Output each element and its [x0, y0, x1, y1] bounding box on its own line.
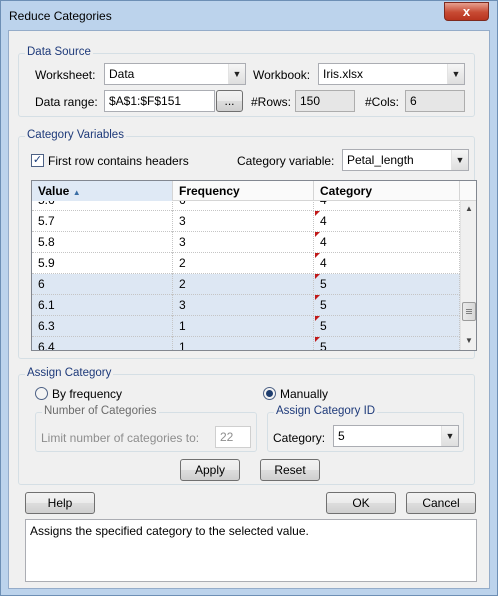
column-header-frequency[interactable]: Frequency: [173, 181, 314, 201]
category-variable-select[interactable]: Petal_length ▼: [342, 149, 469, 171]
table-row[interactable]: 5.7 3 4: [32, 211, 460, 232]
column-header-category[interactable]: Category: [314, 181, 460, 201]
table-cell-value: 5.9: [32, 253, 173, 274]
limit-categories-value: 22: [220, 430, 234, 444]
table-cell-frequency: 1: [173, 337, 314, 350]
table-cell-value: 6.1: [32, 295, 173, 316]
limit-categories-input[interactable]: 22: [215, 426, 251, 448]
dialog-client: Data Source Worksheet: Data ▼ Workbook: …: [8, 30, 490, 589]
rows-value: 150: [300, 94, 321, 108]
worksheet-select[interactable]: Data ▼: [104, 63, 246, 85]
close-button[interactable]: x: [444, 2, 489, 21]
data-range-label: Data range:: [35, 95, 98, 109]
manually-label[interactable]: Manually: [280, 387, 328, 401]
table-cell-category[interactable]: 5: [314, 316, 460, 337]
category-variable-value: Petal_length: [347, 153, 414, 167]
title-bar[interactable]: Reduce Categories x: [1, 1, 497, 29]
by-frequency-radio[interactable]: [35, 387, 48, 400]
category-value: 5: [338, 429, 345, 443]
vertical-scrollbar[interactable]: ▲ ▼: [460, 201, 476, 350]
cols-field: 6: [405, 90, 465, 112]
table-cell-frequency: 3: [173, 211, 314, 232]
table-cell-value: 6: [32, 274, 173, 295]
table-cell-category[interactable]: 4: [314, 232, 460, 253]
category-label: Category:: [273, 431, 326, 445]
table-cell-frequency: 6: [173, 201, 314, 211]
table-body: 5.6645.7345.8345.9246256.1356.3156.415: [32, 201, 460, 350]
rows-field: 150: [295, 90, 355, 112]
worksheet-label: Worksheet:: [35, 68, 96, 82]
scroll-up-icon[interactable]: ▲: [461, 201, 476, 217]
close-icon: x: [462, 4, 471, 19]
table-cell-frequency: 3: [173, 232, 314, 253]
table-cell-category[interactable]: 5: [314, 295, 460, 316]
table-cell-frequency: 2: [173, 274, 314, 295]
table-cell-value: 5.8: [32, 232, 173, 253]
checkmark-icon: ✓: [32, 154, 43, 166]
manually-radio[interactable]: [263, 387, 276, 400]
data-range-browse-button[interactable]: ...: [216, 90, 243, 112]
table-cell-frequency: 2: [173, 253, 314, 274]
table-row[interactable]: 6.3 1 5: [32, 316, 460, 337]
sort-ascending-icon: ▲: [72, 188, 81, 197]
by-frequency-label[interactable]: By frequency: [52, 387, 122, 401]
chevron-down-icon: ▼: [228, 64, 245, 84]
ok-button[interactable]: OK: [326, 492, 396, 514]
scroll-down-icon[interactable]: ▼: [461, 333, 476, 349]
worksheet-value: Data: [109, 67, 135, 81]
table-cell-value: 6.4: [32, 337, 173, 350]
data-range-input[interactable]: $A$1:$F$151: [104, 90, 215, 112]
table-row[interactable]: 6.4 1 5: [32, 337, 460, 350]
table-row[interactable]: 5.9 2 4: [32, 253, 460, 274]
category-variables-title: Category Variables: [25, 129, 126, 141]
reduce-categories-dialog: Reduce Categories x Data Source Workshee…: [0, 0, 498, 596]
table-cell-frequency: 1: [173, 316, 314, 337]
category-select[interactable]: 5 ▼: [333, 425, 459, 447]
assign-category-title: Assign Category: [25, 367, 114, 379]
scroll-thumb[interactable]: [462, 302, 476, 321]
description-box: Assigns the specified category to the se…: [25, 519, 477, 582]
table-header: Value ▲ Frequency Category: [32, 181, 460, 201]
category-variable-label: Category variable:: [237, 154, 335, 168]
table-cell-category[interactable]: 4: [314, 211, 460, 232]
table-cell-category[interactable]: 5: [314, 337, 460, 350]
description-text: Assigns the specified category to the se…: [30, 524, 309, 538]
table-cell-value: 5.6: [32, 201, 173, 211]
table-cell-frequency: 3: [173, 295, 314, 316]
rows-label: #Rows:: [251, 95, 292, 109]
limit-categories-label: Limit number of categories to:: [41, 431, 200, 445]
assign-category-id-title: Assign Category ID: [274, 405, 378, 417]
table-cell-value: 6.3: [32, 316, 173, 337]
headers-checkbox-label[interactable]: First row contains headers: [48, 154, 189, 168]
number-of-categories-title: Number of Categories: [42, 405, 159, 417]
workbook-label: Workbook:: [253, 68, 311, 82]
table-cell-category[interactable]: 4: [314, 253, 460, 274]
chevron-down-icon: ▼: [447, 64, 464, 84]
cancel-button[interactable]: Cancel: [406, 492, 476, 514]
workbook-value: Iris.xlsx: [323, 67, 363, 81]
window-title: Reduce Categories: [9, 9, 112, 23]
reset-button[interactable]: Reset: [260, 459, 320, 481]
header-corner: [460, 181, 476, 201]
chevron-down-icon: ▼: [441, 426, 458, 446]
cols-value: 6: [410, 94, 417, 108]
table-cell-category[interactable]: 4: [314, 201, 460, 211]
workbook-select[interactable]: Iris.xlsx ▼: [318, 63, 465, 85]
table-row[interactable]: 5.8 3 4: [32, 232, 460, 253]
table-row[interactable]: 5.664: [32, 201, 460, 211]
data-source-title: Data Source: [25, 46, 93, 58]
table-cell-value: 5.7: [32, 211, 173, 232]
headers-checkbox[interactable]: ✓: [31, 154, 44, 167]
apply-button[interactable]: Apply: [180, 459, 240, 481]
table-row[interactable]: 625: [32, 274, 460, 295]
cols-label: #Cols:: [365, 95, 400, 109]
column-header-value[interactable]: Value ▲: [32, 181, 173, 201]
chevron-down-icon: ▼: [451, 150, 468, 170]
category-table[interactable]: Value ▲ Frequency Category 5.6645.7345.8…: [31, 180, 477, 351]
data-range-value: $A$1:$F$151: [109, 94, 182, 108]
table-cell-category[interactable]: 5: [314, 274, 460, 295]
help-button[interactable]: Help: [25, 492, 95, 514]
table-row[interactable]: 6.1 3 5: [32, 295, 460, 316]
